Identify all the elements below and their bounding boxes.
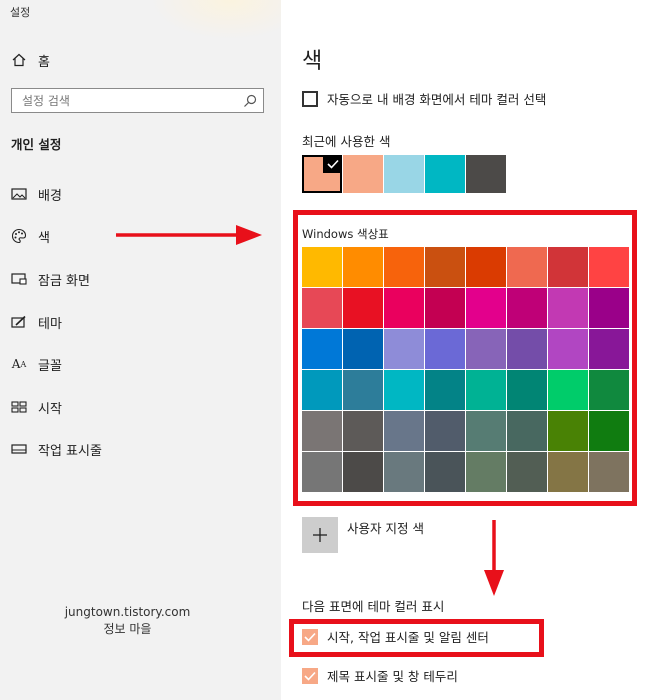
checkbox-checked-icon[interactable] — [302, 667, 318, 684]
sidebar-item-label: 작업 표시줄 — [38, 443, 102, 459]
surface-label: 제목 표시줄 및 창 테두리 — [327, 669, 458, 684]
search-icon[interactable] — [243, 93, 257, 112]
main-panel: 색 자동으로 내 배경 화면에서 테마 컬러 선택 최근에 사용한 색 Wind… — [281, 0, 655, 700]
sidebar-item-label: 색 — [38, 230, 50, 246]
watermark-name: 정보 마을 — [103, 622, 152, 636]
home-icon — [10, 51, 28, 69]
sidebar-item-label: 글꼴 — [38, 358, 62, 374]
show-accent-label: 다음 표면에 테마 컬러 표시 — [302, 599, 445, 614]
picture-icon — [10, 185, 28, 203]
sidebar-item-start[interactable]: 시작 — [10, 396, 62, 418]
font-icon: AA — [11, 357, 27, 371]
sidebar-item-theme[interactable]: 테마 — [10, 311, 62, 333]
auto-pick-accent-checkbox[interactable]: 자동으로 내 배경 화면에서 테마 컬러 선택 — [302, 89, 546, 108]
recent-color-swatch[interactable] — [343, 155, 383, 193]
start-icon — [10, 398, 28, 416]
lock-screen-icon — [10, 270, 28, 288]
sidebar: 설정 홈 개인 설정 배경 색 잠금 화면 테마 — [0, 0, 281, 700]
sidebar-item-taskbar[interactable]: 작업 표시줄 — [10, 438, 102, 460]
app-title: 설정 — [10, 6, 31, 19]
recent-color-swatch[interactable] — [425, 155, 465, 193]
sidebar-item-label: 시작 — [38, 401, 62, 417]
taskbar-icon — [10, 440, 28, 458]
sidebar-item-color[interactable]: 색 — [10, 225, 50, 247]
search-box[interactable] — [11, 88, 264, 113]
recent-color-swatch[interactable] — [384, 155, 424, 193]
sidebar-item-label: 배경 — [38, 188, 62, 204]
page-title: 색 — [302, 49, 323, 74]
nav-home[interactable]: 홈 — [10, 49, 50, 71]
nav-home-label: 홈 — [38, 54, 50, 70]
sidebar-item-label: 잠금 화면 — [38, 273, 90, 289]
sidebar-item-background[interactable]: 배경 — [10, 183, 62, 205]
recent-color-swatch-selected[interactable] — [302, 155, 342, 193]
palette-icon — [10, 227, 28, 245]
sidebar-glow — [150, 0, 281, 40]
recent-colors — [302, 155, 506, 193]
palette-highlight-box — [293, 210, 637, 506]
recent-colors-label: 최근에 사용한 색 — [302, 134, 391, 149]
search-input[interactable] — [20, 89, 224, 112]
auto-pick-accent-label: 자동으로 내 배경 화면에서 테마 컬러 선택 — [327, 92, 547, 107]
surface-title-bar-checkbox[interactable]: 제목 표시줄 및 창 테두리 — [302, 666, 458, 685]
custom-color-label: 사용자 지정 색 — [347, 521, 424, 536]
custom-color-button[interactable] — [302, 517, 338, 553]
sidebar-item-label: 테마 — [38, 316, 62, 332]
checkmark-icon — [323, 155, 342, 173]
sidebar-item-fonts[interactable]: AA 글꼴 — [10, 353, 62, 375]
section-title: 개인 설정 — [11, 137, 62, 152]
plus-icon — [313, 528, 327, 542]
watermark-url: jungtown.tistory.com — [64, 605, 191, 619]
theme-brush-icon — [10, 313, 28, 331]
checkbox-unchecked-icon[interactable] — [302, 90, 318, 107]
sidebar-item-lock-screen[interactable]: 잠금 화면 — [10, 268, 90, 290]
surface-highlight-box — [289, 619, 544, 657]
recent-color-swatch[interactable] — [466, 155, 506, 193]
